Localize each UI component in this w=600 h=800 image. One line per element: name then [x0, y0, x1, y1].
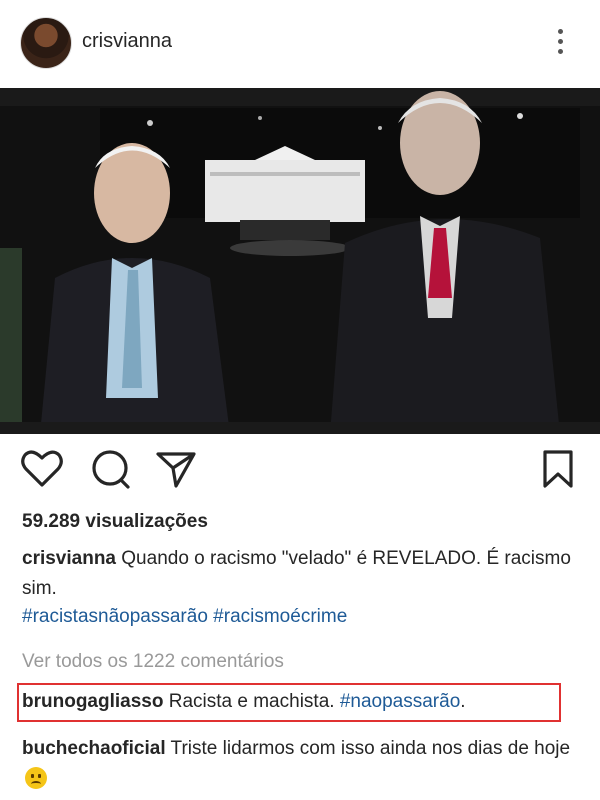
paper-plane-icon[interactable]: [154, 446, 198, 492]
avatar[interactable]: [20, 17, 72, 69]
post-video[interactable]: [0, 88, 600, 434]
hashtag-link[interactable]: #racismoécrime: [213, 606, 347, 627]
comment-item: buchechaoficial Triste lidarmos com isso…: [22, 733, 582, 795]
video-frame-illustration: [0, 88, 600, 434]
hashtag-link[interactable]: #racistasnãopassarão: [22, 606, 208, 627]
post-actions: [0, 446, 600, 496]
comment-username[interactable]: buchechaoficial: [22, 738, 166, 759]
comment-text: Triste lidarmos com isso ainda nos dias …: [170, 738, 571, 759]
post-author-username[interactable]: crisvianna: [82, 30, 172, 53]
caption-username[interactable]: crisvianna: [22, 548, 116, 569]
frowning-face-emoji-icon: [25, 767, 47, 789]
more-options-icon[interactable]: [548, 26, 572, 60]
view-all-comments-link[interactable]: Ver todos os 1222 comentários: [22, 651, 284, 673]
comment-bubble-icon[interactable]: [88, 446, 132, 492]
post-header: crisvianna: [0, 0, 600, 88]
post-caption: crisvianna Quando o racismo "velado" é R…: [22, 544, 582, 604]
comment-trailing-period: .: [460, 691, 466, 712]
comment-username[interactable]: brunogagliasso: [22, 691, 163, 712]
bookmark-outline-icon[interactable]: [536, 446, 580, 492]
caption-hashtags: #racistasnãopassarão #racismoécrime: [22, 606, 347, 628]
comment-item: brunogagliasso Racista e machista. #naop…: [22, 691, 466, 713]
heart-outline-icon[interactable]: [20, 446, 64, 492]
view-count: 59.289 visualizações: [22, 511, 208, 532]
comment-text: Racista e machista.: [168, 691, 335, 712]
hashtag-link[interactable]: #naopassarão: [340, 691, 460, 712]
